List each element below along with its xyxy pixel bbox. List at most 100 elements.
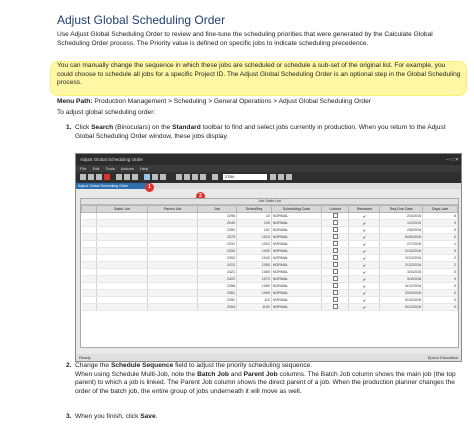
col-batch-job[interactable]: Batch Job bbox=[96, 205, 148, 213]
row-selector[interactable] bbox=[81, 296, 98, 304]
row-selector[interactable] bbox=[81, 303, 98, 311]
cell-req-due-date[interactable]: 2/8/2016 bbox=[379, 226, 424, 234]
cell-days-late[interactable]: 0 bbox=[422, 275, 458, 283]
cell-req-due-date[interactable]: 3/3/2016 bbox=[379, 268, 424, 276]
locked-checkbox[interactable] bbox=[332, 220, 338, 225]
released-checkmark-icon[interactable]: ✔ bbox=[363, 249, 366, 254]
cell-scheduling-code[interactable]: NORMAL bbox=[271, 254, 323, 262]
cell-batch-job[interactable] bbox=[96, 247, 148, 255]
cell-scheduling-code[interactable]: NORMAL bbox=[271, 289, 323, 297]
cell-parent-job[interactable] bbox=[147, 282, 199, 290]
cell-locked[interactable] bbox=[321, 261, 350, 269]
released-checkmark-icon[interactable]: ✔ bbox=[363, 221, 366, 226]
cell-batch-job[interactable] bbox=[96, 219, 148, 227]
cell-schedseq[interactable]: 110 bbox=[236, 296, 272, 304]
first-record-icon[interactable] bbox=[176, 174, 182, 180]
cell-parent-job[interactable] bbox=[147, 212, 199, 220]
cell-days-late[interactable]: 0 bbox=[422, 268, 458, 276]
menu-file[interactable]: File bbox=[80, 166, 86, 171]
print-icon[interactable] bbox=[160, 174, 166, 180]
cell-days-late[interactable]: 0 bbox=[422, 233, 458, 241]
row-selector[interactable] bbox=[81, 275, 98, 283]
cell-released[interactable]: ✔ bbox=[348, 303, 381, 311]
row-selector[interactable] bbox=[81, 268, 98, 276]
tab-adjust-global-scheduling-order[interactable]: Adjust Global Scheduling Order bbox=[76, 183, 150, 189]
cell-released[interactable]: ✔ bbox=[348, 233, 381, 241]
cell-schedseq[interactable]: 1050 bbox=[236, 261, 272, 269]
table-row[interactable]: 2379 1010 NORMAL ✔ 6/30/2016 0 bbox=[81, 233, 458, 241]
cell-days-late[interactable]: 0 bbox=[422, 303, 458, 311]
locked-checkbox[interactable] bbox=[332, 304, 338, 309]
table-row[interactable]: 2049 100 NORMAL ✔ 1/1/2015 0 bbox=[81, 219, 458, 227]
cell-released[interactable]: ✔ bbox=[348, 219, 381, 227]
cell-scheduling-code[interactable]: NORMAL bbox=[271, 261, 323, 269]
cell-days-late[interactable]: 0 bbox=[422, 282, 458, 290]
table-row[interactable]: 2422 1070 NORMAL ✔ 3/4/2016 0 bbox=[81, 275, 458, 283]
cell-scheduling-code[interactable]: NORMAL bbox=[271, 219, 323, 227]
released-checkmark-icon[interactable]: ✔ bbox=[363, 270, 366, 275]
cell-req-due-date[interactable]: 2/7/2016 bbox=[379, 240, 424, 248]
cell-schedseq[interactable]: 1020 bbox=[236, 240, 272, 248]
cell-released[interactable]: ✔ bbox=[348, 212, 381, 220]
cell-batch-job[interactable] bbox=[96, 275, 148, 283]
row-selector[interactable] bbox=[81, 261, 98, 269]
cell-parent-job[interactable] bbox=[147, 240, 199, 248]
cell-job[interactable]: 2049 bbox=[197, 219, 238, 227]
locked-checkbox[interactable] bbox=[332, 234, 338, 239]
released-checkmark-icon[interactable]: ✔ bbox=[363, 291, 366, 296]
cell-batch-job[interactable] bbox=[96, 289, 148, 297]
cell-days-late[interactable]: 3 bbox=[422, 247, 458, 255]
save-icon[interactable] bbox=[88, 174, 94, 180]
cell-parent-job[interactable] bbox=[147, 296, 199, 304]
cell-schedseq[interactable]: 1010 bbox=[236, 233, 272, 241]
cell-schedseq[interactable]: 1070 bbox=[236, 275, 272, 283]
prev-record-icon[interactable] bbox=[184, 174, 190, 180]
cell-days-late[interactable]: 0 bbox=[422, 289, 458, 297]
cell-scheduling-code[interactable]: NORMAL bbox=[271, 247, 323, 255]
row-selector[interactable] bbox=[81, 240, 98, 248]
cell-schedseq[interactable]: 1040 bbox=[236, 254, 272, 262]
paste-icon[interactable] bbox=[132, 174, 138, 180]
cell-days-late[interactable]: 2 bbox=[422, 254, 458, 262]
cell-schedseq[interactable]: 1030 bbox=[236, 247, 272, 255]
cell-schedseq[interactable]: 100 bbox=[236, 219, 272, 227]
cell-req-due-date[interactable]: 5/10/2016 bbox=[379, 296, 424, 304]
cell-released[interactable]: ✔ bbox=[348, 226, 381, 234]
table-row[interactable]: 2350 101 NORMAL ✔ 2/8/2016 0 bbox=[81, 226, 458, 234]
released-checkmark-icon[interactable]: ✔ bbox=[363, 298, 366, 303]
cell-job[interactable]: 2392 bbox=[197, 296, 238, 304]
cell-job[interactable]: 2358 bbox=[197, 282, 238, 290]
released-checkmark-icon[interactable]: ✔ bbox=[363, 263, 366, 268]
cell-locked[interactable] bbox=[321, 254, 350, 262]
released-checkmark-icon[interactable]: ✔ bbox=[363, 284, 366, 289]
cell-req-due-date[interactable]: 1/1/2015 bbox=[379, 219, 424, 227]
cell-job[interactable]: 2334 bbox=[197, 247, 238, 255]
dropdown-icon[interactable] bbox=[270, 174, 276, 180]
cell-batch-job[interactable] bbox=[96, 212, 148, 220]
cell-parent-job[interactable] bbox=[147, 268, 199, 276]
cell-locked[interactable] bbox=[321, 268, 350, 276]
cell-parent-job[interactable] bbox=[147, 275, 199, 283]
new-icon[interactable] bbox=[80, 174, 86, 180]
menu-edit[interactable]: Edit bbox=[93, 166, 100, 171]
cell-locked[interactable] bbox=[321, 296, 350, 304]
cell-req-due-date[interactable]: 3/4/2016 bbox=[379, 275, 424, 283]
row-selector[interactable] bbox=[81, 289, 98, 297]
table-row[interactable]: 2331 1020 NORMAL ✔ 2/7/2016 1 bbox=[81, 240, 458, 248]
cell-req-due-date[interactable]: 2/3/2016 bbox=[379, 212, 424, 220]
row-selector[interactable] bbox=[81, 282, 98, 290]
cell-job[interactable]: 2296 bbox=[197, 212, 238, 220]
cell-batch-job[interactable] bbox=[96, 268, 148, 276]
table-row[interactable]: 2394 1100 NORMAL ✔ 5/12/2016 0 bbox=[81, 303, 458, 311]
cell-days-late[interactable]: 1 bbox=[422, 240, 458, 248]
cell-batch-job[interactable] bbox=[96, 261, 148, 269]
cell-batch-job[interactable] bbox=[96, 240, 148, 248]
cell-released[interactable]: ✔ bbox=[348, 247, 381, 255]
locked-checkbox[interactable] bbox=[332, 290, 338, 295]
released-checkmark-icon[interactable]: ✔ bbox=[363, 305, 366, 310]
released-checkmark-icon[interactable]: ✔ bbox=[363, 214, 366, 219]
col-schedseq[interactable]: SchedSeq bbox=[236, 205, 272, 213]
row-selector[interactable] bbox=[81, 219, 98, 227]
cell-released[interactable]: ✔ bbox=[348, 261, 381, 269]
cell-locked[interactable] bbox=[321, 303, 350, 311]
